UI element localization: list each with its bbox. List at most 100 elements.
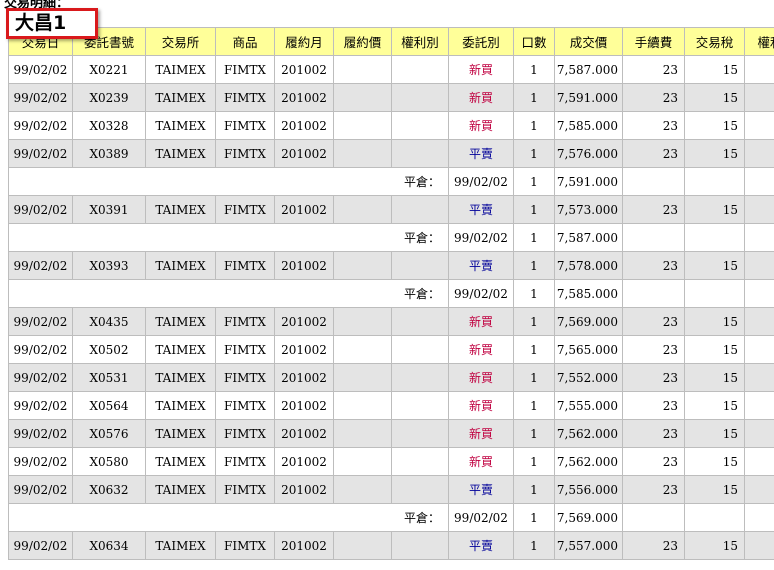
quantity-cell: 1 [514,84,554,111]
premium-cell [745,112,774,139]
quantity-cell: 1 [514,476,554,503]
column-header: 履約月 [275,28,333,55]
strike-price-cell [334,252,391,279]
premium-cell [745,364,774,391]
fee-cell [623,168,684,195]
exchange-cell: TAIMEX [146,84,215,111]
product-cell: FIMTX [216,308,274,335]
exchange-cell: TAIMEX [146,140,215,167]
order-side-cell: 新買 [449,112,513,139]
close-position-row: 平倉： 99/02/02 1 7,585.000 [9,280,774,307]
fee-cell: 23 [623,308,684,335]
close-price-cell: 7,591.000 [555,168,622,195]
table-row: 99/02/02 X0435 TAIMEX FIMTX 201002 新買 1 7,569.0… [9,308,774,335]
table-row: 99/02/02 X0634 TAIMEX FIMTX 201002 平賣 1 7,557.0… [9,532,774,559]
order-side-cell: 新買 [449,364,513,391]
premium-cell [745,308,774,335]
fill-price-cell: 7,557.000 [555,532,622,559]
table-row: 99/02/02 X0389 TAIMEX FIMTX 201002 平賣 1 7,576.0… [9,140,774,167]
quantity-cell: 1 [514,364,554,391]
order-number-cell: X0328 [73,112,145,139]
quantity-cell: 1 [514,56,554,83]
trade-date-cell: 99/02/02 [9,392,72,419]
premium-cell [745,140,774,167]
exchange-cell: TAIMEX [146,56,215,83]
close-date-cell: 99/02/02 [449,504,513,531]
close-position-label: 平倉： [9,168,448,195]
order-number-cell: X0239 [73,84,145,111]
column-header: 手續費 [623,28,684,55]
quantity-cell: 1 [514,224,554,251]
trade-detail-table: 交易日委託書號交易所商品履約月履約價權利別委託別口數成交價手續費交易稅權利 99… [8,27,774,560]
fee-cell [623,280,684,307]
order-side-label: 平賣 [468,147,493,161]
tax-cell [685,504,744,531]
strike-price-cell [334,84,391,111]
exchange-cell: TAIMEX [146,476,215,503]
fill-price-cell: 7,585.000 [555,112,622,139]
fee-cell: 23 [623,336,684,363]
tax-cell: 15 [685,420,744,447]
column-header: 權利 [745,28,774,55]
contract-month-cell: 201002 [275,392,333,419]
order-side-cell: 平賣 [449,252,513,279]
fill-price-cell: 7,565.000 [555,336,622,363]
exchange-cell: TAIMEX [146,448,215,475]
option-type-cell [392,112,448,139]
table-row: 99/02/02 X0502 TAIMEX FIMTX 201002 新買 1 7,565.0… [9,336,774,363]
premium-cell [745,224,774,251]
premium-cell [745,252,774,279]
order-side-cell: 新買 [449,84,513,111]
contract-month-cell: 201002 [275,140,333,167]
fill-price-cell: 7,587.000 [555,56,622,83]
fill-price-cell: 7,555.000 [555,392,622,419]
close-position-label: 平倉： [9,280,448,307]
strike-price-cell [334,420,391,447]
table-row: 99/02/02 X0239 TAIMEX FIMTX 201002 新買 1 7,591.0… [9,84,774,111]
exchange-cell: TAIMEX [146,112,215,139]
trade-date-cell: 99/02/02 [9,84,72,111]
strike-price-cell [334,140,391,167]
fee-cell: 23 [623,84,684,111]
product-cell: FIMTX [216,532,274,559]
quantity-cell: 1 [514,168,554,195]
exchange-cell: TAIMEX [146,532,215,559]
strike-price-cell [334,476,391,503]
order-side-cell: 新買 [449,420,513,447]
option-type-cell [392,364,448,391]
fill-price-cell: 7,573.000 [555,196,622,223]
product-cell: FIMTX [216,364,274,391]
contract-month-cell: 201002 [275,532,333,559]
contract-month-cell: 201002 [275,336,333,363]
fee-cell: 23 [623,196,684,223]
table-row: 99/02/02 X0564 TAIMEX FIMTX 201002 新買 1 7,555.0… [9,392,774,419]
trade-date-cell: 99/02/02 [9,196,72,223]
product-cell: FIMTX [216,420,274,447]
product-cell: FIMTX [216,252,274,279]
close-position-row: 平倉： 99/02/02 1 7,587.000 [9,224,774,251]
trade-date-cell: 99/02/02 [9,336,72,363]
order-side-cell: 新買 [449,336,513,363]
column-header: 委託別 [449,28,513,55]
table-row: 99/02/02 X0391 TAIMEX FIMTX 201002 平賣 1 7,573.0… [9,196,774,223]
trade-date-cell: 99/02/02 [9,56,72,83]
quantity-cell: 1 [514,392,554,419]
tax-cell [685,168,744,195]
table-row: 99/02/02 X0393 TAIMEX FIMTX 201002 平賣 1 7,578.0… [9,252,774,279]
premium-cell [745,532,774,559]
account-badge: 大昌1 [6,8,98,39]
quantity-cell: 1 [514,252,554,279]
tax-cell: 15 [685,476,744,503]
column-header: 交易稅 [685,28,744,55]
product-cell: FIMTX [216,336,274,363]
order-side-label: 新買 [468,371,493,385]
order-number-cell: X0502 [73,336,145,363]
column-header: 成交價 [555,28,622,55]
column-header: 商品 [216,28,274,55]
order-number-cell: X0634 [73,532,145,559]
table-row: 99/02/02 X0531 TAIMEX FIMTX 201002 新買 1 7,552.0… [9,364,774,391]
column-header: 履約價 [334,28,391,55]
fee-cell: 23 [623,364,684,391]
fee-cell: 23 [623,420,684,447]
product-cell: FIMTX [216,112,274,139]
